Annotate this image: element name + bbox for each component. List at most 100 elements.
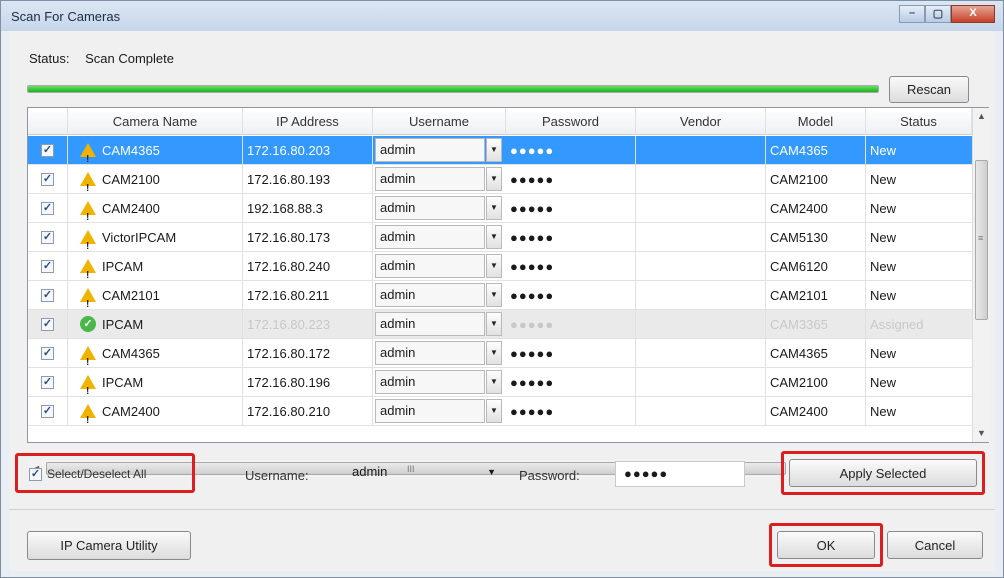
camera-name-cell[interactable]: CAM2100 — [68, 165, 243, 194]
row-checkbox-cell[interactable]: ✓ — [28, 136, 68, 165]
row-checkbox-cell[interactable]: ✓ — [28, 368, 68, 397]
column-header-password[interactable]: Password — [506, 108, 636, 135]
row-checkbox[interactable]: ✓ — [41, 376, 54, 389]
row-checkbox-cell[interactable]: ✓ — [28, 310, 68, 339]
vendor-cell[interactable] — [636, 281, 766, 310]
table-row[interactable]: ✓ IPCAM 172.16.80.240admin▼●●●●● CAM6120New — [28, 252, 972, 281]
status-cell[interactable]: New — [866, 194, 972, 223]
model-cell[interactable]: CAM2400 — [766, 194, 866, 223]
model-cell[interactable]: CAM2100 — [766, 165, 866, 194]
chevron-down-icon[interactable]: ▼ — [486, 341, 502, 365]
column-header-username[interactable]: Username — [373, 108, 506, 135]
row-checkbox[interactable]: ✓ — [41, 405, 54, 418]
column-header-status[interactable]: Status — [866, 108, 972, 135]
username-combo[interactable]: admin — [375, 196, 485, 220]
vendor-cell[interactable] — [636, 310, 766, 339]
ip-address-cell[interactable]: 172.16.80.173 — [243, 223, 373, 252]
table-row[interactable]: ✓ IPCAM 172.16.80.196admin▼●●●●● CAM2100New — [28, 368, 972, 397]
column-header-ip-address[interactable]: IP Address — [243, 108, 373, 135]
row-checkbox-cell[interactable]: ✓ — [28, 281, 68, 310]
password-cell[interactable]: ●●●●● — [506, 165, 636, 194]
chevron-down-icon[interactable]: ▼ — [486, 312, 502, 336]
table-row[interactable]: ✓CAM2101172.16.80.211admin▼●●●●●CAM2101N… — [28, 281, 972, 310]
username-combo[interactable]: admin — [375, 283, 485, 307]
table-row[interactable]: ✓CAM4365172.16.80.172admin▼●●●●●CAM4365N… — [28, 339, 972, 368]
cancel-button[interactable]: Cancel — [887, 531, 983, 559]
apply-selected-button[interactable]: Apply Selected — [789, 459, 977, 487]
table-row[interactable]: ✓ VictorIPCAM 172.16.80.173admin▼●●●●● CAM5… — [28, 223, 972, 252]
chevron-down-icon[interactable]: ▼ — [486, 254, 502, 278]
vendor-cell[interactable] — [636, 252, 766, 281]
table-row[interactable]: ✓CAM2100172.16.80.193admin▼●●●●●CAM2100N… — [28, 165, 972, 194]
vendor-cell[interactable] — [636, 223, 766, 252]
username-combo[interactable]: admin — [375, 399, 485, 423]
model-cell[interactable]: CAM3365 — [766, 310, 866, 339]
ip-address-cell[interactable]: 172.16.80.211 — [243, 281, 373, 310]
row-checkbox[interactable]: ✓ — [41, 289, 54, 302]
model-cell[interactable]: CAM2400 — [766, 397, 866, 426]
row-checkbox[interactable]: ✓ — [41, 260, 54, 273]
ip-address-cell[interactable]: 192.168.88.3 — [243, 194, 373, 223]
camera-name-cell[interactable]: ✓ IPCAM — [68, 310, 243, 339]
status-cell[interactable]: New — [866, 223, 972, 252]
username-select[interactable]: admin ▼ — [343, 459, 501, 485]
table-row[interactable]: ✓ ✓ IPCAM 172.16.80.223 admin ▼ ●●●●● CAM3365 As… — [28, 310, 972, 339]
ip-address-cell[interactable]: 172.16.80.223 — [243, 310, 373, 339]
row-checkbox-cell[interactable]: ✓ — [28, 397, 68, 426]
camera-name-cell[interactable]: IPCAM — [68, 368, 243, 397]
vendor-cell[interactable] — [636, 368, 766, 397]
chevron-down-icon[interactable]: ▼ — [486, 370, 502, 394]
ip-address-cell[interactable]: 172.16.80.203 — [243, 136, 373, 165]
chevron-down-icon[interactable]: ▼ — [486, 225, 502, 249]
table-row[interactable]: ✓CAM4365172.16.80.203admin▼●●●●●CAM4365N… — [28, 136, 972, 165]
model-cell[interactable]: CAM2101 — [766, 281, 866, 310]
chevron-down-icon[interactable]: ▼ — [486, 167, 502, 191]
status-cell[interactable]: New — [866, 368, 972, 397]
model-cell[interactable]: CAM5130 — [766, 223, 866, 252]
username-combo[interactable]: admin — [375, 341, 485, 365]
password-cell[interactable]: ●●●●● — [506, 368, 636, 397]
row-checkbox-cell[interactable]: ✓ — [28, 165, 68, 194]
ip-camera-utility-button[interactable]: IP Camera Utility — [27, 531, 191, 560]
column-header-checkbox[interactable] — [28, 108, 68, 135]
model-cell[interactable]: CAM2100 — [766, 368, 866, 397]
password-cell[interactable]: ●●●●● — [506, 397, 636, 426]
row-checkbox[interactable]: ✓ — [41, 173, 54, 186]
chevron-down-icon[interactable]: ▼ — [486, 399, 502, 423]
camera-name-cell[interactable]: VictorIPCAM — [68, 223, 243, 252]
status-cell[interactable]: New — [866, 136, 972, 165]
vendor-cell[interactable] — [636, 397, 766, 426]
password-cell[interactable]: ●●●●● — [506, 136, 636, 165]
column-header-camera-name[interactable]: Camera Name — [68, 108, 243, 135]
chevron-down-icon[interactable]: ▼ — [486, 138, 502, 162]
scroll-down-arrow-icon[interactable]: ▼ — [973, 425, 990, 442]
column-header-model[interactable]: Model — [766, 108, 866, 135]
model-cell[interactable]: CAM4365 — [766, 339, 866, 368]
chevron-down-icon[interactable]: ▼ — [486, 283, 502, 307]
row-checkbox[interactable]: ✓ — [41, 202, 54, 215]
chevron-down-icon[interactable]: ▼ — [487, 460, 496, 484]
vendor-cell[interactable] — [636, 194, 766, 223]
chevron-down-icon[interactable]: ▼ — [486, 196, 502, 220]
username-combo[interactable]: admin — [375, 254, 485, 278]
select-all-checkbox[interactable]: ✓ — [29, 468, 42, 481]
model-cell[interactable]: CAM4365 — [766, 136, 866, 165]
camera-name-cell[interactable]: CAM4365 — [68, 136, 243, 165]
row-checkbox-cell[interactable]: ✓ — [28, 252, 68, 281]
table-row[interactable]: ✓CAM2400172.16.80.210admin▼●●●●●CAM2400N… — [28, 397, 972, 426]
status-cell[interactable]: New — [866, 339, 972, 368]
camera-name-cell[interactable]: CAM2400 — [68, 194, 243, 223]
password-cell[interactable]: ●●●●● — [506, 194, 636, 223]
status-cell[interactable]: New — [866, 252, 972, 281]
camera-name-cell[interactable]: CAM4365 — [68, 339, 243, 368]
title-bar[interactable]: Scan For Cameras – ▢ X — [1, 1, 1003, 31]
camera-name-cell[interactable]: CAM2400 — [68, 397, 243, 426]
password-cell[interactable]: ●●●●● — [506, 339, 636, 368]
status-cell[interactable]: Assigned — [866, 310, 972, 339]
ip-address-cell[interactable]: 172.16.80.172 — [243, 339, 373, 368]
username-combo[interactable]: admin — [375, 167, 485, 191]
username-combo[interactable]: admin — [375, 225, 485, 249]
password-field[interactable]: ●●●●● — [615, 461, 745, 487]
maximize-button[interactable]: ▢ — [925, 5, 951, 23]
vendor-cell[interactable] — [636, 165, 766, 194]
